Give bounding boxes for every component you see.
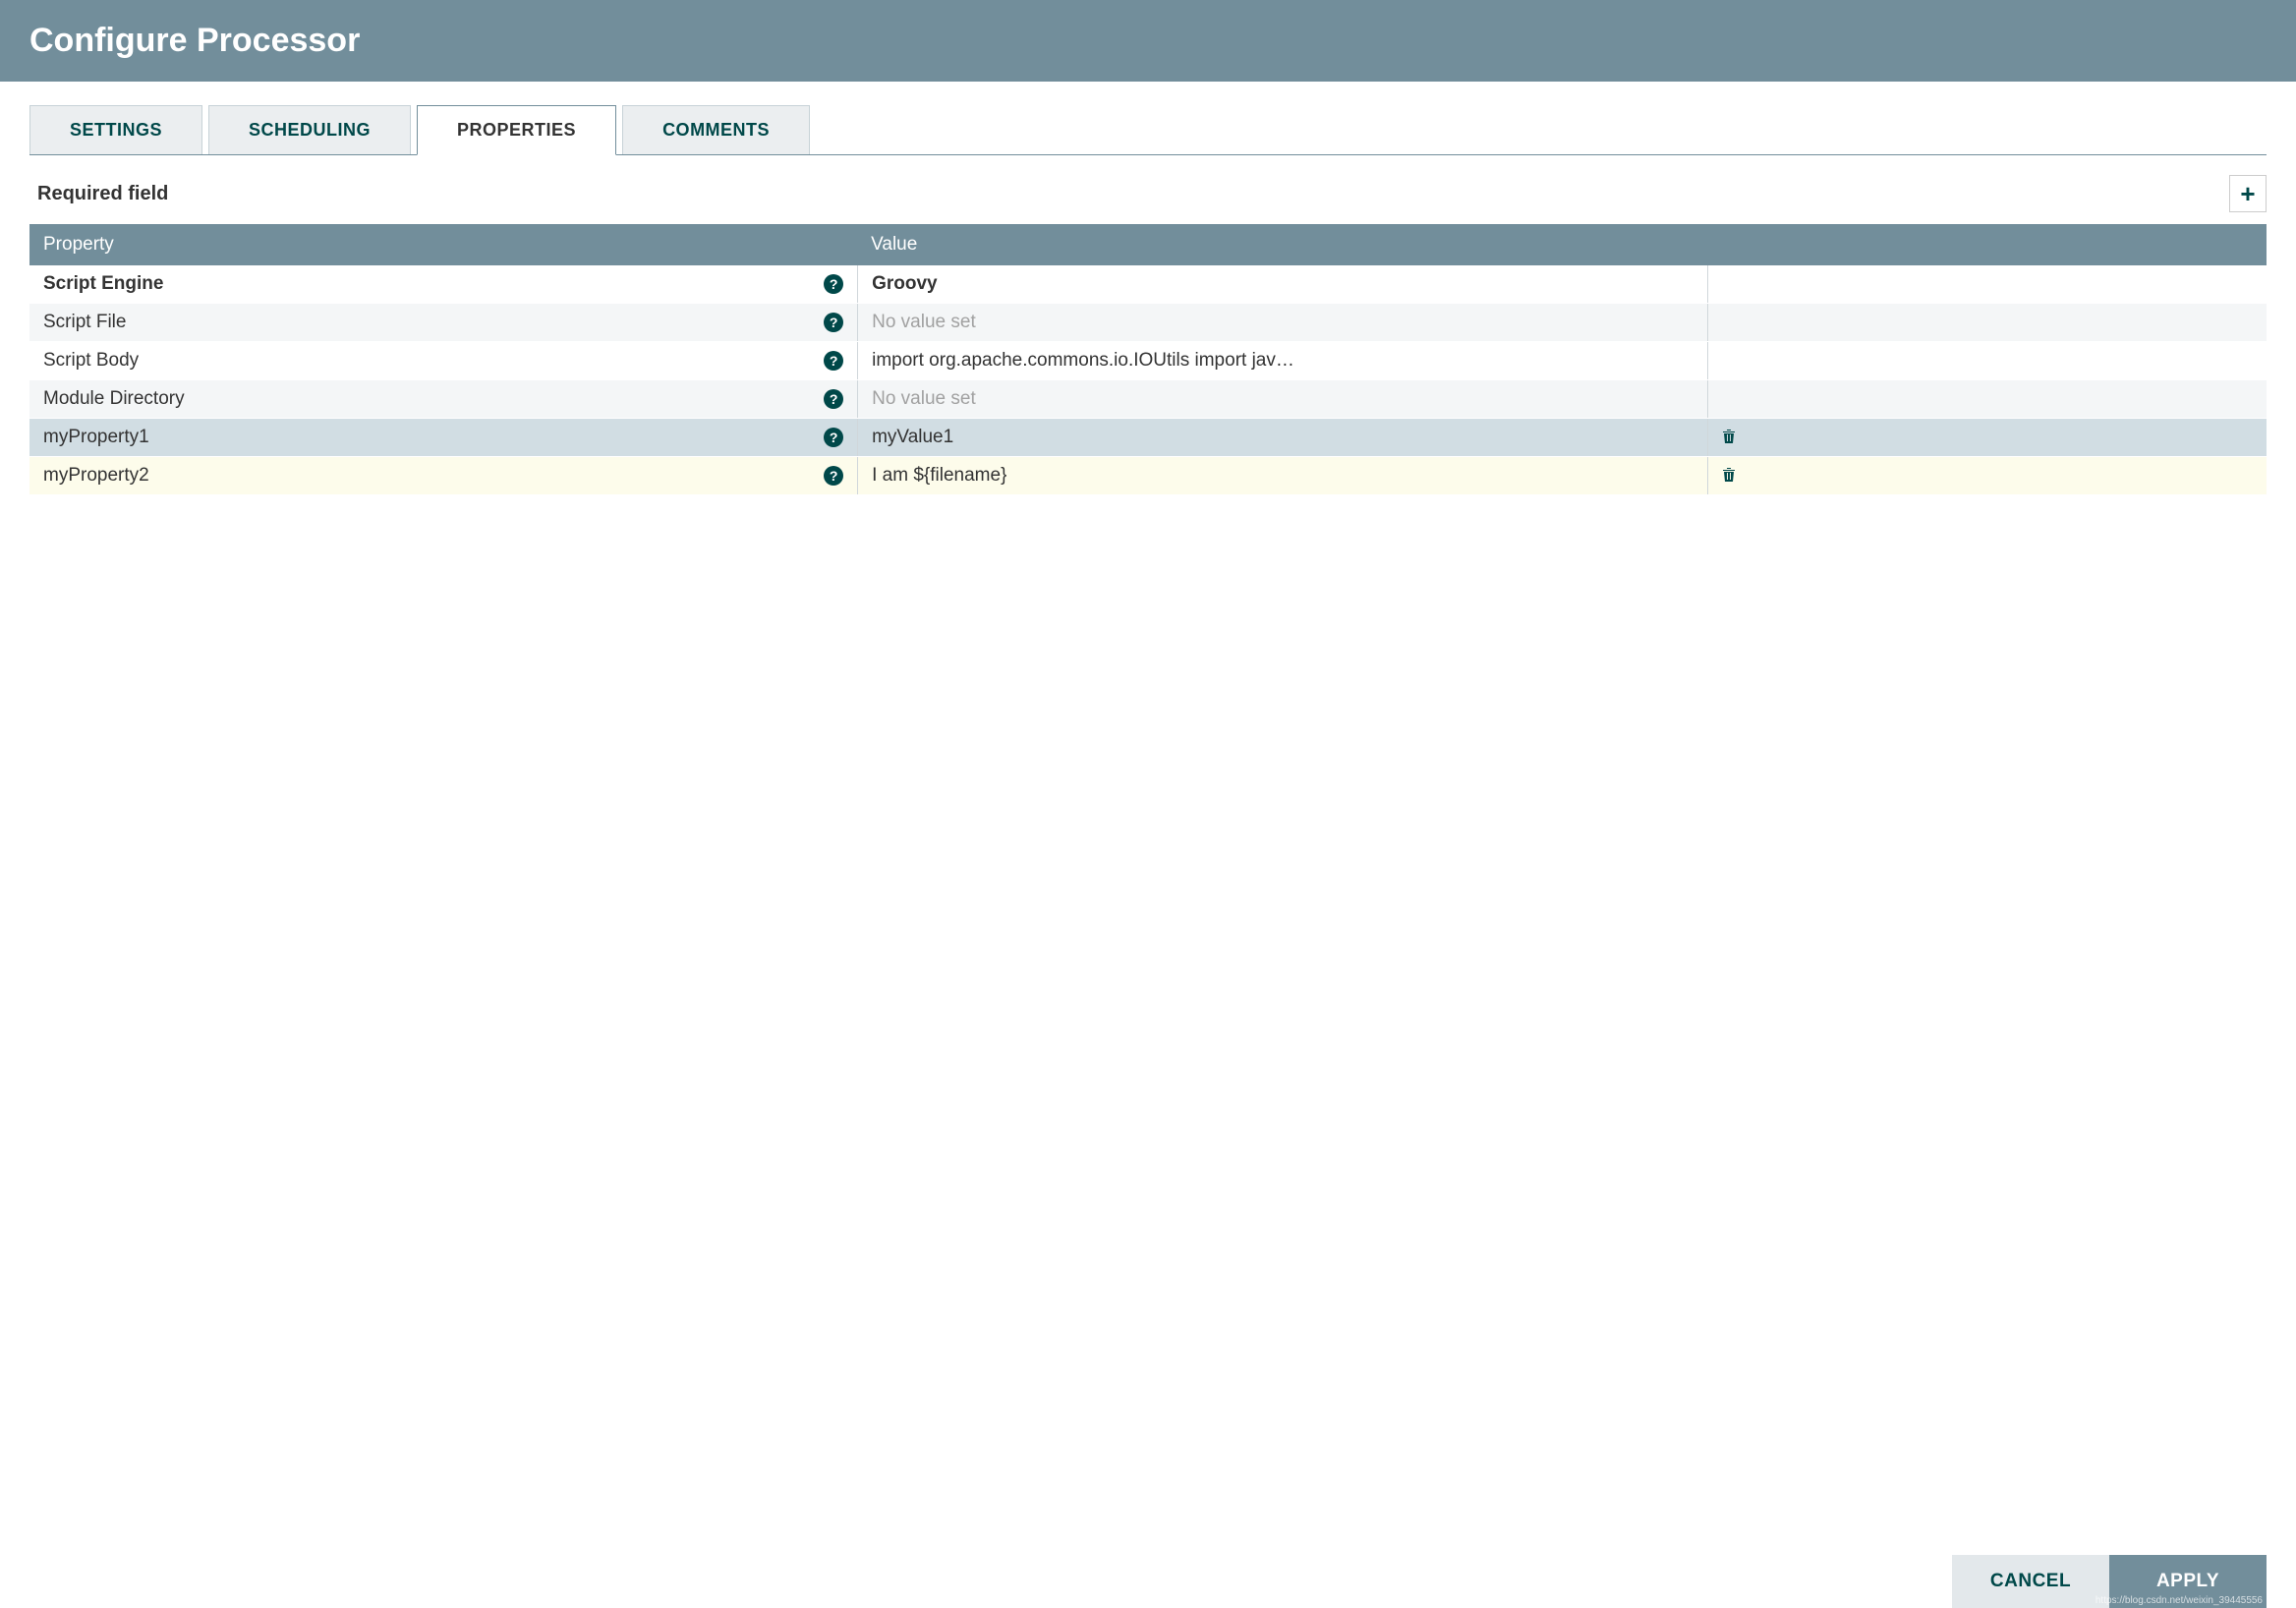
- dialog-header: Configure Processor: [0, 0, 2296, 82]
- help-icon[interactable]: ?: [824, 466, 843, 486]
- dialog-content: SETTINGS SCHEDULING PROPERTIES COMMENTS …: [0, 82, 2296, 1608]
- property-value: No value set: [872, 388, 976, 410]
- tab-settings[interactable]: SETTINGS: [29, 105, 202, 154]
- row-actions: [1707, 265, 2267, 303]
- tab-scheduling[interactable]: SCHEDULING: [208, 105, 411, 154]
- dialog-title: Configure Processor: [29, 22, 2267, 60]
- watermark-text: https://blog.csdn.net/weixin_39445556: [2095, 1595, 2263, 1606]
- apply-button-label: APPLY: [2156, 1571, 2219, 1591]
- property-value: myValue1: [872, 427, 953, 448]
- property-value: Groovy: [872, 273, 938, 295]
- required-field-label: Required field: [37, 183, 168, 205]
- trash-icon[interactable]: [1722, 467, 1738, 485]
- row-actions: [1707, 304, 2267, 341]
- property-name: Script File: [43, 312, 126, 333]
- apply-button[interactable]: APPLY https://blog.csdn.net/weixin_39445…: [2109, 1555, 2267, 1608]
- cancel-button[interactable]: CANCEL: [1952, 1555, 2109, 1608]
- property-name: Module Directory: [43, 388, 185, 410]
- trash-icon[interactable]: [1722, 429, 1738, 446]
- table-row[interactable]: Script File ? No value set: [29, 304, 2267, 342]
- table-row[interactable]: Script Engine ? Groovy: [29, 265, 2267, 304]
- col-header-property: Property: [29, 224, 857, 265]
- property-value: import org.apache.commons.io.IOUtils imp…: [872, 350, 1294, 372]
- help-icon[interactable]: ?: [824, 351, 843, 371]
- tab-comments[interactable]: COMMENTS: [622, 105, 810, 154]
- configure-processor-dialog: Configure Processor SETTINGS SCHEDULING …: [0, 0, 2296, 1608]
- properties-table: Property Value Script Engine ? Groovy Sc…: [29, 224, 2267, 495]
- table-row[interactable]: Script Body ? import org.apache.commons.…: [29, 342, 2267, 380]
- row-actions: [1707, 419, 2267, 456]
- tab-bar: SETTINGS SCHEDULING PROPERTIES COMMENTS: [29, 105, 2267, 155]
- row-actions: [1707, 342, 2267, 379]
- col-header-actions: [1707, 224, 2267, 265]
- property-value: I am ${filename}: [872, 465, 1006, 487]
- row-actions: [1707, 457, 2267, 494]
- required-field-row: Required field +: [29, 155, 2267, 224]
- property-name: Script Body: [43, 350, 139, 372]
- property-name: myProperty1: [43, 427, 149, 448]
- table-header: Property Value: [29, 224, 2267, 265]
- property-value: No value set: [872, 312, 976, 333]
- help-icon[interactable]: ?: [824, 389, 843, 409]
- add-property-button[interactable]: +: [2229, 175, 2267, 212]
- plus-icon: +: [2240, 179, 2255, 209]
- dialog-footer: CANCEL APPLY https://blog.csdn.net/weixi…: [29, 1555, 2267, 1608]
- property-name: Script Engine: [43, 273, 163, 295]
- help-icon[interactable]: ?: [824, 428, 843, 447]
- help-icon[interactable]: ?: [824, 274, 843, 294]
- help-icon[interactable]: ?: [824, 313, 843, 332]
- tab-properties[interactable]: PROPERTIES: [417, 105, 616, 155]
- table-row[interactable]: myProperty2 ? I am ${filename}: [29, 457, 2267, 495]
- table-row[interactable]: myProperty1 ? myValue1: [29, 419, 2267, 457]
- property-name: myProperty2: [43, 465, 149, 487]
- col-header-value: Value: [857, 224, 1707, 265]
- row-actions: [1707, 380, 2267, 418]
- table-row[interactable]: Module Directory ? No value set: [29, 380, 2267, 419]
